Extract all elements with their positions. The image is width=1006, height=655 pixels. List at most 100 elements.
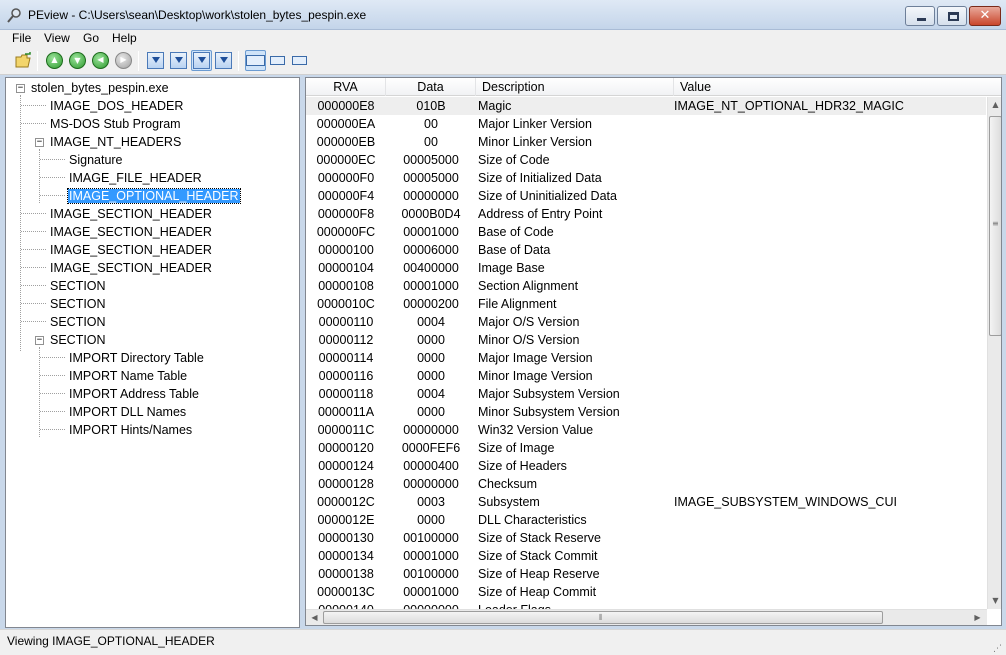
cell-data: 0004: [417, 315, 445, 329]
scroll-right-icon[interactable]: ▶: [970, 610, 985, 625]
table-row[interactable]: 000000EA 00 Major Linker Version: [306, 115, 986, 133]
collapse-icon[interactable]: −: [16, 84, 25, 93]
go-up-icon[interactable]: [46, 52, 63, 69]
tree-root[interactable]: stolen_bytes_pespin.exe: [31, 79, 169, 97]
scroll-left-icon[interactable]: ◀: [307, 610, 322, 625]
grip-icon: ≡: [992, 219, 999, 228]
horizontal-scroll-thumb[interactable]: ⦀: [323, 611, 883, 624]
menu-file[interactable]: File: [12, 31, 31, 45]
tree-item-selected[interactable]: IMAGE_OPTIONAL_HEADER: [67, 187, 241, 205]
column-header-data[interactable]: Data: [386, 78, 476, 96]
table-row[interactable]: 0000010C 00000200 File Alignment: [306, 295, 986, 313]
tree-item[interactable]: IMAGE_SECTION_HEADER: [50, 241, 212, 259]
view-last-icon[interactable]: [215, 52, 232, 69]
table-row[interactable]: 00000128 00000000 Checksum: [306, 475, 986, 493]
menu-go[interactable]: Go: [83, 31, 99, 45]
table-row[interactable]: 00000108 00001000 Section Alignment: [306, 277, 986, 295]
table-row[interactable]: 000000F0 00005000 Size of Initialized Data: [306, 169, 986, 187]
view-first-icon[interactable]: [147, 52, 164, 69]
table-row[interactable]: 00000112 0000 Minor O/S Version: [306, 331, 986, 349]
table-row[interactable]: 0000013C 00001000 Size of Heap Commit: [306, 583, 986, 601]
go-down-icon[interactable]: [69, 52, 86, 69]
scroll-down-icon[interactable]: ▼: [988, 593, 1001, 608]
cell-rva: 000000E8: [317, 99, 375, 113]
table-row[interactable]: 00000110 0004 Major O/S Version: [306, 313, 986, 331]
cell-description: Minor O/S Version: [478, 333, 580, 347]
table-row[interactable]: 0000014000000000Loader Flags: [306, 601, 986, 609]
table-row[interactable]: 000000F8 0000B0D4 Address of Entry Point: [306, 205, 986, 223]
go-forward-icon[interactable]: [115, 52, 132, 69]
maximize-button[interactable]: [937, 6, 967, 26]
tree-item[interactable]: IMAGE_SECTION_HEADER: [50, 223, 212, 241]
vertical-scroll-thumb[interactable]: ≡: [989, 116, 1001, 336]
scroll-up-icon[interactable]: ▲: [988, 97, 1001, 112]
table-row[interactable]: 00000130 00100000 Size of Stack Reserve: [306, 529, 986, 547]
tree-item[interactable]: IMPORT DLL Names: [69, 403, 186, 421]
table-row[interactable]: 00000118 0004 Major Subsystem Version: [306, 385, 986, 403]
collapse-icon[interactable]: −: [35, 336, 44, 345]
tree-item[interactable]: SECTION: [50, 277, 106, 295]
table-row[interactable]: 0000011A 0000 Minor Subsystem Version: [306, 403, 986, 421]
status-bar: Viewing IMAGE_OPTIONAL_HEADER ⋰: [0, 629, 1006, 655]
tree-item[interactable]: IMAGE_DOS_HEADER: [50, 97, 183, 115]
cell-description: Major O/S Version: [478, 315, 580, 329]
menu-help[interactable]: Help: [112, 31, 137, 45]
tree-item[interactable]: IMAGE_SECTION_HEADER: [50, 259, 212, 277]
table-row[interactable]: 00000104 00400000 Image Base: [306, 259, 986, 277]
tree-item[interactable]: IMAGE_NT_HEADERS: [50, 133, 181, 151]
table-row[interactable]: 00000134 00001000 Size of Stack Commit: [306, 547, 986, 565]
column-header-description[interactable]: Description: [476, 78, 674, 96]
column-header-value[interactable]: Value: [674, 78, 1001, 96]
cell-data: 0000: [417, 333, 445, 347]
tree-item[interactable]: IMPORT Name Table: [69, 367, 187, 385]
table-row[interactable]: 00000116 0000 Minor Image Version: [306, 367, 986, 385]
tree-item[interactable]: SECTION: [50, 313, 106, 331]
horizontal-scrollbar[interactable]: ◀ ⦀ ▶: [306, 609, 987, 625]
view-mode-hex-button[interactable]: [245, 50, 266, 71]
close-button[interactable]: ✕: [969, 6, 1001, 26]
tree-item[interactable]: IMPORT Hints/Names: [69, 421, 192, 439]
tree-view[interactable]: − stolen_bytes_pespin.exe IMAGE_DOS_HEAD…: [5, 77, 300, 628]
column-header-rva[interactable]: RVA: [306, 78, 386, 96]
table-row[interactable]: 000000E8 010B Magic IMAGE_NT_OPTIONAL_HDR32…: [306, 97, 986, 115]
cell-rva: 000000F0: [317, 171, 375, 185]
table-row[interactable]: 0000012C 0003 Subsystem IMAGE_SUBSYSTEM_WIN…: [306, 493, 986, 511]
table-row[interactable]: 00000100 00006000 Base of Data: [306, 241, 986, 259]
collapse-icon[interactable]: −: [35, 138, 44, 147]
details-list[interactable]: RVA Data Description Value 000000E8 010B M…: [305, 77, 1002, 626]
go-back-icon[interactable]: [92, 52, 109, 69]
tree-item[interactable]: IMPORT Directory Table: [69, 349, 204, 367]
resize-grip-icon[interactable]: ⋰: [993, 644, 1002, 654]
cell-rva: 00000114: [318, 351, 374, 365]
tree-item[interactable]: IMAGE_FILE_HEADER: [69, 169, 202, 187]
table-row[interactable]: 00000124 00000400 Size of Headers: [306, 457, 986, 475]
tree-item[interactable]: IMAGE_SECTION_HEADER: [50, 205, 212, 223]
table-row[interactable]: 000000F4 00000000 Size of Uninitialized Da…: [306, 187, 986, 205]
list-view-icon[interactable]: [270, 56, 285, 65]
cell-data: 00005000: [403, 171, 459, 185]
open-folder-icon[interactable]: [15, 52, 32, 69]
tree-item[interactable]: SECTION: [50, 295, 106, 313]
menu-view[interactable]: View: [44, 31, 70, 45]
table-row[interactable]: 000000FC 00001000 Base of Code: [306, 223, 986, 241]
view-mail-icon[interactable]: [170, 52, 187, 69]
cell-rva: 000000EC: [316, 153, 376, 167]
table-row[interactable]: 00000138 00100000 Size of Heap Reserve: [306, 565, 986, 583]
tree-item[interactable]: Signature: [69, 151, 123, 169]
table-row[interactable]: 00000120 0000FEF6 Size of Image: [306, 439, 986, 457]
tree-item[interactable]: SECTION: [50, 331, 106, 349]
table-row[interactable]: 00000114 0000 Major Image Version: [306, 349, 986, 367]
table-row[interactable]: 000000EC 00005000 Size of Code: [306, 151, 986, 169]
table-row[interactable]: 000000EB 00 Minor Linker Version: [306, 133, 986, 151]
cell-data: 00001000: [403, 225, 459, 239]
magnifier-icon: [7, 8, 21, 23]
minimize-button[interactable]: [905, 6, 935, 26]
table-row[interactable]: 0000011C 00000000 Win32 Version Value: [306, 421, 986, 439]
cell-rva: 0000010C: [317, 297, 375, 311]
tree-item[interactable]: IMPORT Address Table: [69, 385, 199, 403]
view-selected-button[interactable]: [191, 50, 212, 71]
tree-item[interactable]: MS-DOS Stub Program: [50, 115, 181, 133]
vertical-scrollbar[interactable]: ▲ ≡ ▼: [987, 97, 1001, 609]
detail-view-icon[interactable]: [292, 56, 307, 65]
table-row[interactable]: 0000012E 0000 DLL Characteristics: [306, 511, 986, 529]
